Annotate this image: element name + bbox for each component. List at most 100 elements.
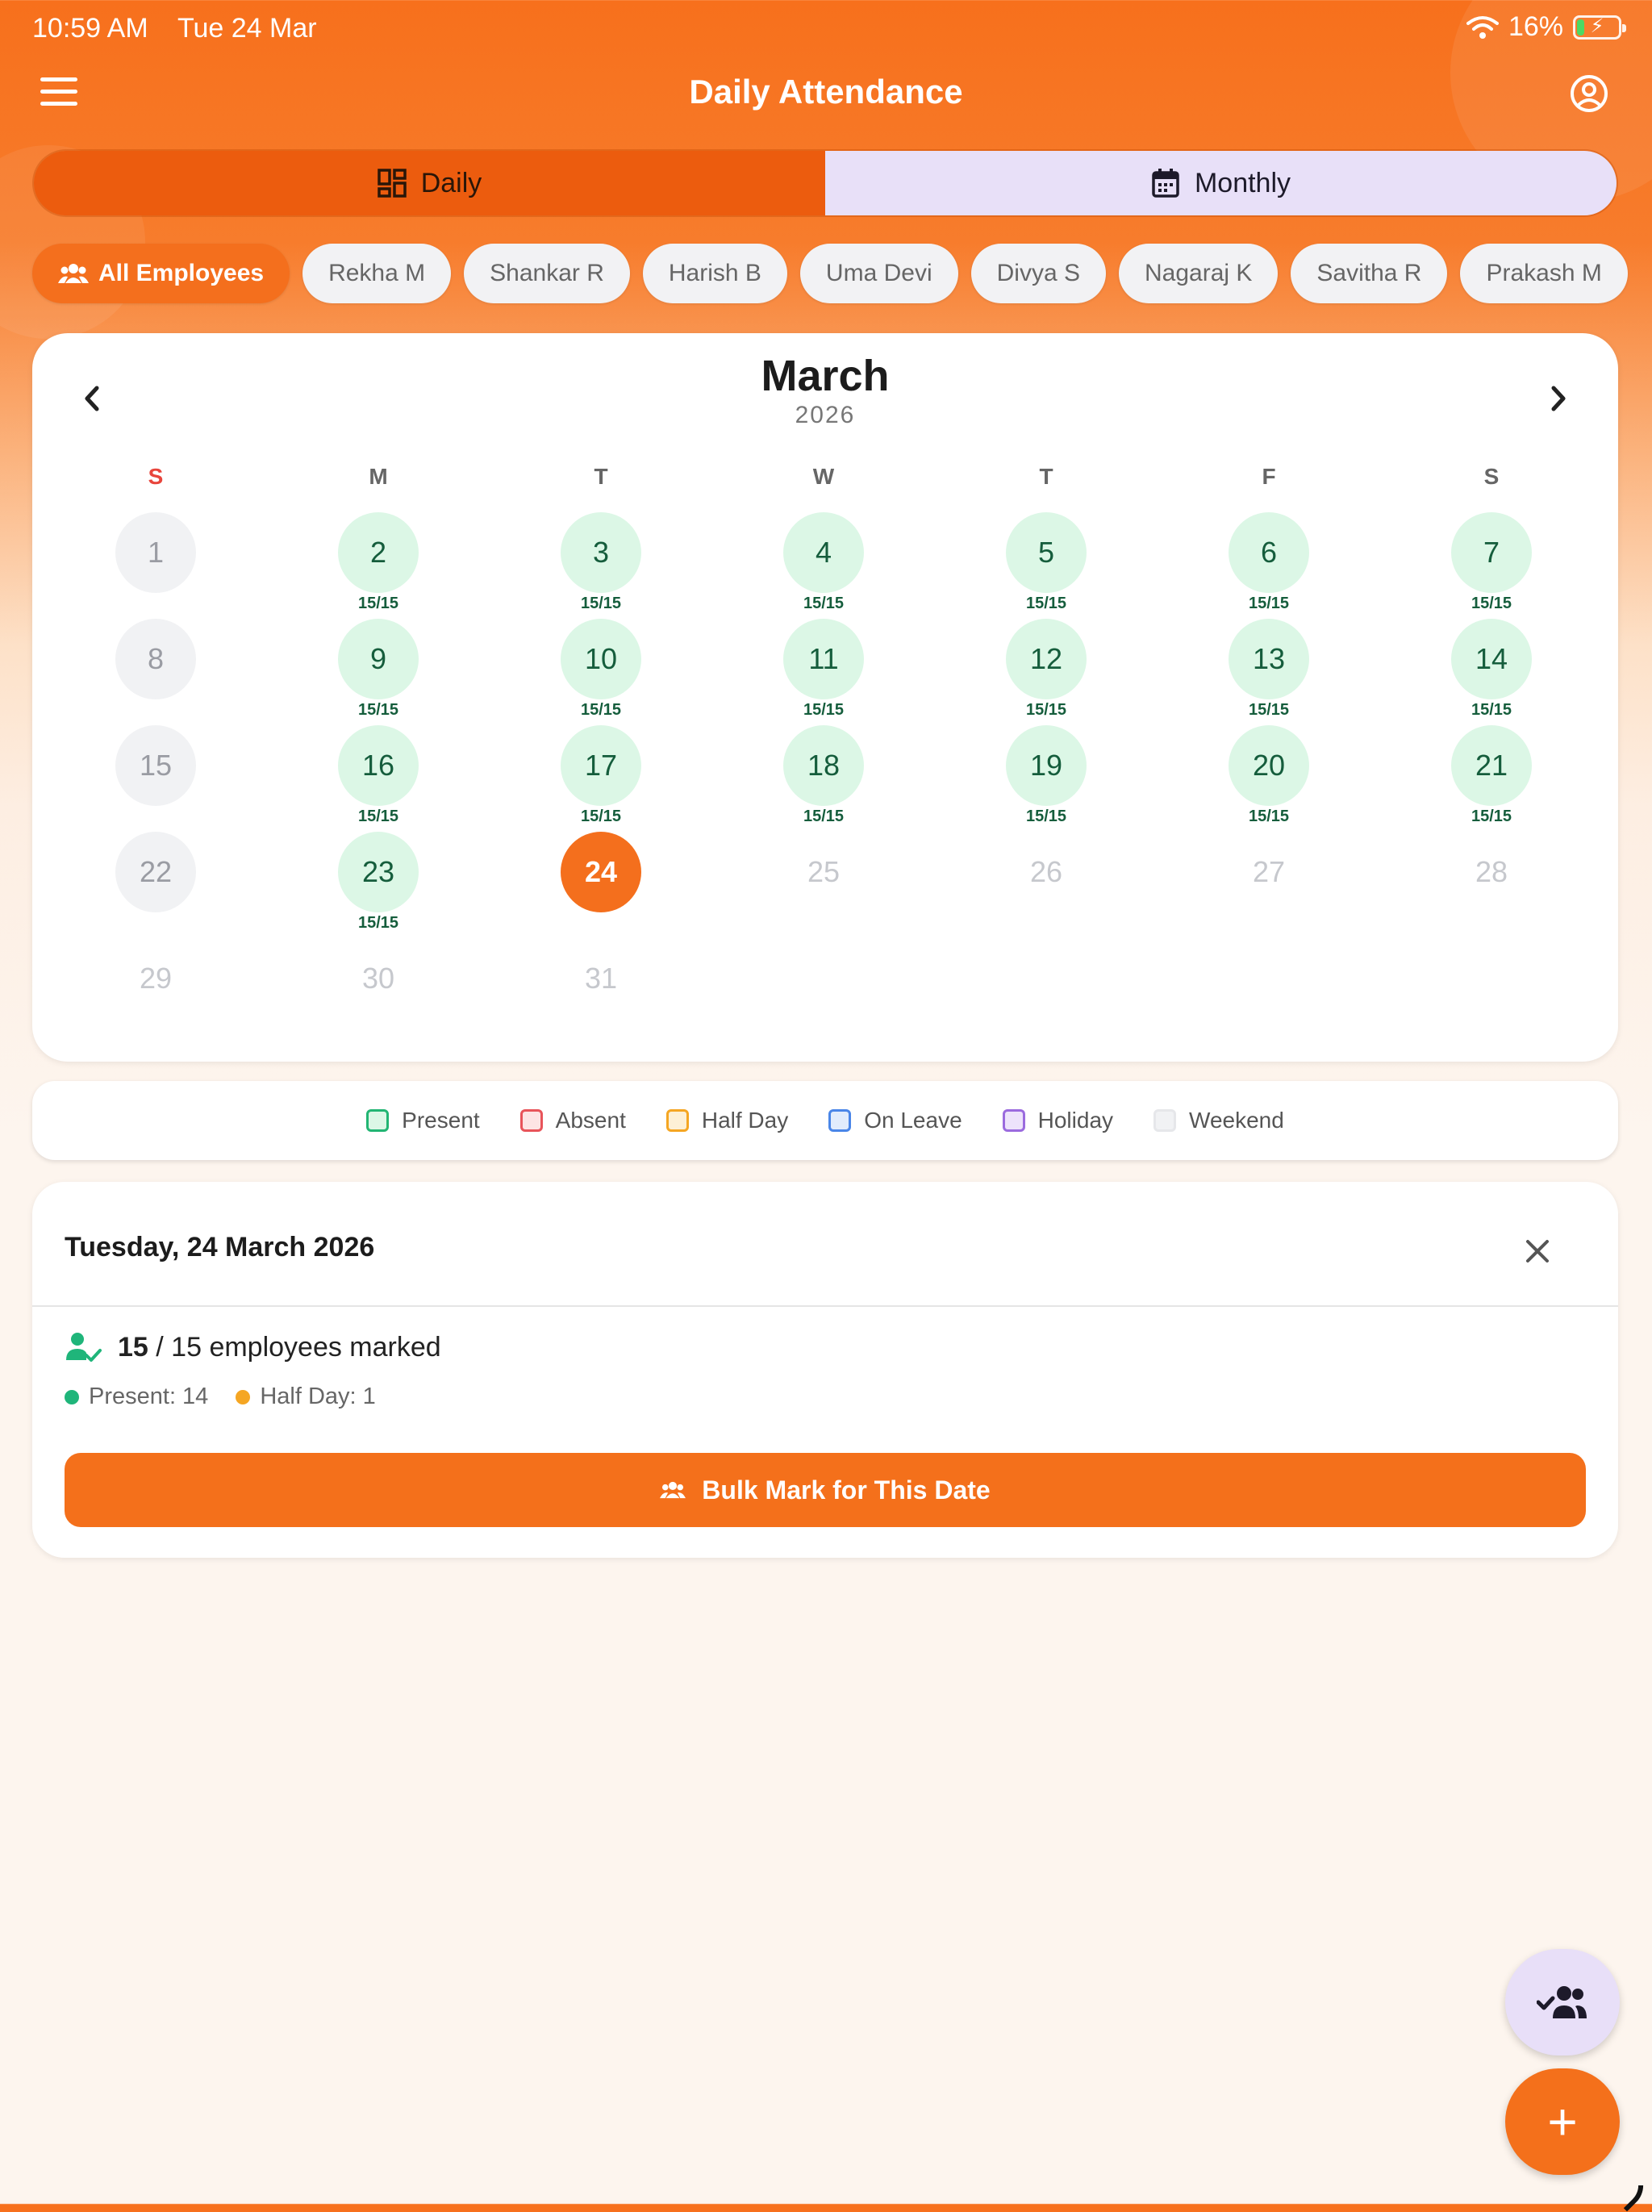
- chip-employee[interactable]: Savitha R: [1291, 244, 1448, 303]
- calendar-day[interactable]: 6: [1229, 512, 1309, 593]
- calendar-day[interactable]: 14: [1451, 619, 1532, 699]
- calendar-day[interactable]: 30: [338, 938, 419, 1019]
- calendar-day[interactable]: 26: [1006, 832, 1087, 912]
- status-legend: Present Absent Half Day On Leave Holiday Week…: [32, 1081, 1618, 1160]
- chip-label: All Employees: [98, 260, 265, 286]
- wifi-icon: [1466, 15, 1499, 39]
- chip-employee[interactable]: Harish B: [642, 244, 787, 303]
- weekday-header: W: [812, 464, 835, 489]
- day-attendance-count: 15/15: [357, 808, 399, 825]
- calendar-day[interactable]: 25: [783, 832, 864, 912]
- calendar-day[interactable]: 8: [115, 619, 196, 699]
- present-dot: [65, 1389, 79, 1404]
- chip-label: Rekha M: [328, 260, 426, 286]
- marked-total: / 15 employees marked: [156, 1331, 441, 1363]
- group-check-icon: [1537, 1986, 1587, 2018]
- calendar-day[interactable]: 28: [1451, 832, 1532, 912]
- legend-label: Half Day: [701, 1108, 789, 1133]
- day-attendance-count: 15/15: [580, 595, 622, 612]
- view-toggle: Daily Monthly: [32, 149, 1618, 217]
- calendar-year: 2026: [795, 402, 856, 428]
- calendar-day[interactable]: 23: [338, 832, 419, 912]
- legend-swatch: [366, 1109, 390, 1132]
- calendar-day[interactable]: 2: [338, 512, 419, 593]
- chevron-right-icon[interactable]: [1537, 378, 1578, 419]
- legend-item: Present: [366, 1108, 480, 1133]
- status-time: 10:59 AM: [32, 13, 148, 44]
- legend-swatch: [665, 1109, 689, 1132]
- calendar-day[interactable]: 27: [1229, 832, 1309, 912]
- group-attendance-fab[interactable]: [1505, 1949, 1620, 2055]
- divider: [32, 1305, 1618, 1307]
- detail-date-title: Tuesday, 24 March 2026: [65, 1232, 375, 1263]
- calendar-day[interactable]: 7: [1451, 512, 1532, 593]
- chip-employee[interactable]: Divya S: [970, 244, 1106, 303]
- legend-item: On Leave: [828, 1108, 962, 1133]
- day-attendance-count: 15/15: [1248, 595, 1290, 612]
- employee-filter-chips: All Employees Rekha M Shankar R Harish B…: [32, 244, 1628, 303]
- calendar-day[interactable]: 29: [115, 938, 196, 1019]
- day-attendance-count: 15/15: [357, 701, 399, 719]
- group-icon: [660, 1481, 686, 1499]
- chip-label: Uma Devi: [825, 260, 932, 286]
- legend-swatch: [1002, 1109, 1025, 1132]
- chip-employee[interactable]: Nagaraj K: [1118, 244, 1279, 303]
- day-attendance-count: 15/15: [1248, 701, 1290, 719]
- legend-item: Weekend: [1153, 1108, 1284, 1133]
- calendar-day[interactable]: 13: [1229, 619, 1309, 699]
- chip-employee[interactable]: Uma Devi: [799, 244, 958, 303]
- calendar-day[interactable]: 9: [338, 619, 419, 699]
- chip-label: Harish B: [668, 260, 761, 286]
- close-icon[interactable]: [1521, 1235, 1554, 1267]
- calendar-day[interactable]: 10: [561, 619, 641, 699]
- calendar-day[interactable]: 18: [783, 725, 864, 806]
- half-day-dot: [236, 1389, 251, 1404]
- marked-count: 15: [118, 1331, 148, 1363]
- calendar-day[interactable]: 31: [561, 938, 641, 1019]
- calendar-day[interactable]: 22: [115, 832, 196, 912]
- chip-employee[interactable]: Shankar R: [464, 244, 630, 303]
- day-attendance-count: 15/15: [1471, 595, 1512, 612]
- day-attendance-count: 15/15: [357, 914, 399, 932]
- calendar-day[interactable]: 4: [783, 512, 864, 593]
- status-bar: 10:59 AM Tue 24 Mar 16% ⚡: [0, 0, 1652, 56]
- calendar-day[interactable]: 1: [115, 512, 196, 593]
- calendar-day[interactable]: 16: [338, 725, 419, 806]
- chip-all-employees[interactable]: All Employees: [32, 244, 290, 303]
- chip-employee[interactable]: Rekha M: [302, 244, 452, 303]
- legend-item: Half Day: [665, 1108, 789, 1133]
- present-count: Present: 14: [89, 1384, 209, 1409]
- calendar-day[interactable]: 5: [1006, 512, 1087, 593]
- calendar-day[interactable]: 15: [115, 725, 196, 806]
- calendar-day[interactable]: 24: [561, 832, 641, 912]
- tab-monthly[interactable]: Monthly: [825, 151, 1617, 215]
- bulk-mark-button[interactable]: Bulk Mark for This Date: [65, 1453, 1586, 1527]
- page-title: Daily Attendance: [689, 73, 963, 111]
- day-attendance-count: 15/15: [1025, 595, 1067, 612]
- status-right: 16% ⚡: [1466, 11, 1626, 43]
- calendar-card: March 2026 S M T W T F S 1 2 15/15 3 15/15 4 15/15 5 15…: [32, 333, 1618, 1062]
- weekday-header: S: [1483, 464, 1500, 489]
- legend-label: Holiday: [1037, 1108, 1114, 1133]
- charging-bolt-icon: ⚡: [1590, 15, 1604, 37]
- bulk-mark-label: Bulk Mark for This Date: [702, 1475, 991, 1505]
- chip-employee[interactable]: Prakash M: [1460, 244, 1628, 303]
- calendar-day[interactable]: 12: [1006, 619, 1087, 699]
- tab-daily[interactable]: Daily: [34, 151, 825, 215]
- legend-item: Holiday: [1002, 1108, 1114, 1133]
- legend-label: Present: [402, 1108, 480, 1133]
- calendar-day[interactable]: 20: [1229, 725, 1309, 806]
- legend-swatch: [519, 1109, 543, 1132]
- person-check-icon: [66, 1333, 102, 1362]
- calendar-day[interactable]: 19: [1006, 725, 1087, 806]
- stat-present: Present: 14: [65, 1384, 208, 1410]
- day-attendance-count: 15/15: [580, 701, 622, 719]
- add-fab[interactable]: +: [1505, 2068, 1620, 2175]
- calendar-day[interactable]: 17: [561, 725, 641, 806]
- calendar-day[interactable]: 11: [783, 619, 864, 699]
- account-circle-icon[interactable]: [1570, 74, 1608, 113]
- chip-label: Nagaraj K: [1144, 260, 1253, 286]
- attendance-stats: Present: 14 Half Day: 1: [65, 1384, 376, 1410]
- calendar-day[interactable]: 3: [561, 512, 641, 593]
- calendar-day[interactable]: 21: [1451, 725, 1532, 806]
